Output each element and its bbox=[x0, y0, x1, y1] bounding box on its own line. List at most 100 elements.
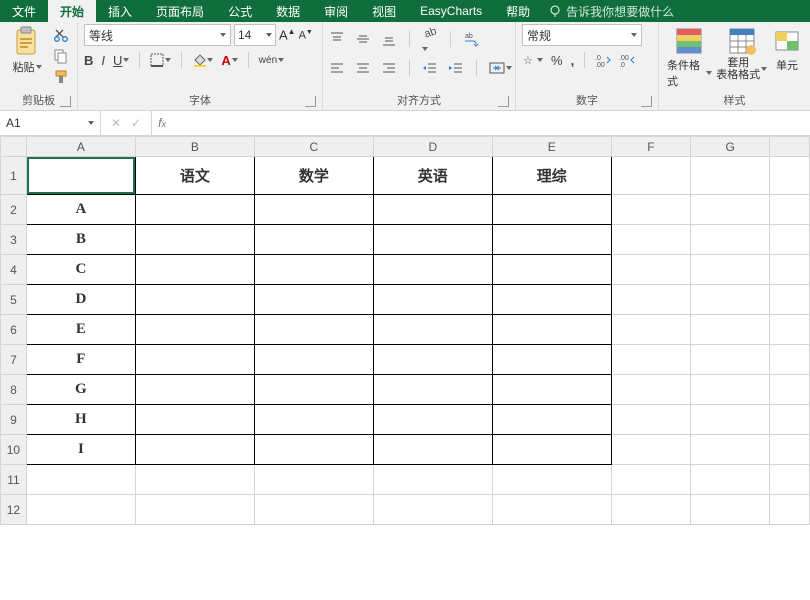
tab-insert[interactable]: 插入 bbox=[96, 0, 144, 22]
paste-button[interactable]: 粘贴 bbox=[6, 24, 48, 75]
border-button[interactable] bbox=[150, 53, 171, 67]
format-as-table-button[interactable]: 套用 表格格式 bbox=[718, 24, 767, 81]
cell-C3[interactable] bbox=[254, 225, 373, 255]
row-header-4[interactable]: 4 bbox=[1, 255, 27, 285]
cell-E2[interactable] bbox=[492, 195, 611, 225]
increase-font-button[interactable]: A▲ bbox=[279, 27, 296, 42]
cell-C5[interactable] bbox=[254, 285, 373, 315]
cell-F11[interactable] bbox=[611, 465, 690, 495]
cell-E1[interactable]: 理综 bbox=[492, 157, 611, 195]
cell-E3[interactable] bbox=[492, 225, 611, 255]
cell-B11[interactable] bbox=[135, 465, 254, 495]
cell-H10[interactable] bbox=[770, 435, 810, 465]
bold-button[interactable]: B bbox=[84, 53, 93, 68]
number-format-select[interactable]: 常规 bbox=[522, 24, 642, 46]
row-header-6[interactable]: 6 bbox=[1, 315, 27, 345]
fill-color-button[interactable] bbox=[192, 53, 213, 67]
row-header-12[interactable]: 12 bbox=[1, 495, 27, 525]
row-header-1[interactable]: 1 bbox=[1, 157, 27, 195]
cell-H4[interactable] bbox=[770, 255, 810, 285]
cell-D3[interactable] bbox=[373, 225, 492, 255]
underline-button[interactable]: U bbox=[113, 53, 129, 68]
align-center-button[interactable] bbox=[355, 60, 371, 76]
cell-A12[interactable] bbox=[26, 495, 135, 525]
cell-G4[interactable] bbox=[691, 255, 770, 285]
cell-G1[interactable] bbox=[691, 157, 770, 195]
accept-formula-button[interactable]: ✓ bbox=[131, 116, 141, 130]
conditional-format-button[interactable]: 条件格式 bbox=[665, 24, 714, 89]
cell-E6[interactable] bbox=[492, 315, 611, 345]
cell-F2[interactable] bbox=[611, 195, 690, 225]
clipboard-launcher[interactable] bbox=[60, 96, 71, 107]
cell-E10[interactable] bbox=[492, 435, 611, 465]
cell-G6[interactable] bbox=[691, 315, 770, 345]
percent-button[interactable]: % bbox=[551, 53, 563, 68]
cell-D6[interactable] bbox=[373, 315, 492, 345]
cell-B2[interactable] bbox=[135, 195, 254, 225]
cell-A1[interactable] bbox=[26, 157, 135, 195]
increase-decimal-button[interactable]: .0.00 bbox=[595, 53, 611, 67]
cell-B5[interactable] bbox=[135, 285, 254, 315]
tab-help[interactable]: 帮助 bbox=[494, 0, 542, 22]
cell-G9[interactable] bbox=[691, 405, 770, 435]
accounting-button[interactable]: ☆ bbox=[522, 53, 543, 67]
cell-G12[interactable] bbox=[691, 495, 770, 525]
formula-input[interactable] bbox=[172, 111, 810, 135]
cell-A11[interactable] bbox=[26, 465, 135, 495]
cell-G7[interactable] bbox=[691, 345, 770, 375]
cell-H2[interactable] bbox=[770, 195, 810, 225]
cell-H7[interactable] bbox=[770, 345, 810, 375]
cell-A6[interactable]: E bbox=[26, 315, 135, 345]
phonetic-button[interactable]: wén bbox=[259, 55, 284, 66]
tab-review[interactable]: 审阅 bbox=[312, 0, 360, 22]
cell-C1[interactable]: 数学 bbox=[254, 157, 373, 195]
align-middle-button[interactable] bbox=[355, 31, 371, 47]
select-all-corner[interactable] bbox=[1, 137, 27, 157]
align-right-button[interactable] bbox=[381, 60, 397, 76]
cell-H11[interactable] bbox=[770, 465, 810, 495]
row-header-10[interactable]: 10 bbox=[1, 435, 27, 465]
col-header-A[interactable]: A bbox=[26, 137, 135, 157]
align-launcher[interactable] bbox=[498, 96, 509, 107]
col-header-D[interactable]: D bbox=[373, 137, 492, 157]
cell-G8[interactable] bbox=[691, 375, 770, 405]
cell-F4[interactable] bbox=[611, 255, 690, 285]
cell-G5[interactable] bbox=[691, 285, 770, 315]
tab-formula[interactable]: 公式 bbox=[216, 0, 264, 22]
cell-B7[interactable] bbox=[135, 345, 254, 375]
cell-H12[interactable] bbox=[770, 495, 810, 525]
cell-D11[interactable] bbox=[373, 465, 492, 495]
cell-C6[interactable] bbox=[254, 315, 373, 345]
cell-F5[interactable] bbox=[611, 285, 690, 315]
cell-styles-button[interactable]: 单元 bbox=[770, 24, 804, 73]
cell-F8[interactable] bbox=[611, 375, 690, 405]
merge-button[interactable] bbox=[489, 60, 512, 76]
row-header-2[interactable]: 2 bbox=[1, 195, 27, 225]
cell-G11[interactable] bbox=[691, 465, 770, 495]
cell-E12[interactable] bbox=[492, 495, 611, 525]
cell-F6[interactable] bbox=[611, 315, 690, 345]
cell-E7[interactable] bbox=[492, 345, 611, 375]
cell-B6[interactable] bbox=[135, 315, 254, 345]
cell-D4[interactable] bbox=[373, 255, 492, 285]
cell-A9[interactable]: H bbox=[26, 405, 135, 435]
row-header-9[interactable]: 9 bbox=[1, 405, 27, 435]
orientation-button[interactable]: ab bbox=[422, 24, 438, 54]
cell-H1[interactable] bbox=[770, 157, 810, 195]
cell-H6[interactable] bbox=[770, 315, 810, 345]
cell-B3[interactable] bbox=[135, 225, 254, 255]
cell-G10[interactable] bbox=[691, 435, 770, 465]
cell-B8[interactable] bbox=[135, 375, 254, 405]
col-header-B[interactable]: B bbox=[135, 137, 254, 157]
format-painter-button[interactable] bbox=[52, 68, 70, 86]
row-header-8[interactable]: 8 bbox=[1, 375, 27, 405]
align-left-button[interactable] bbox=[329, 60, 345, 76]
cell-D7[interactable] bbox=[373, 345, 492, 375]
col-header-G[interactable]: G bbox=[691, 137, 770, 157]
cell-G3[interactable] bbox=[691, 225, 770, 255]
font-launcher[interactable] bbox=[305, 96, 316, 107]
cell-F3[interactable] bbox=[611, 225, 690, 255]
number-launcher[interactable] bbox=[641, 96, 652, 107]
italic-button[interactable]: I bbox=[101, 53, 105, 68]
col-header-F[interactable]: F bbox=[611, 137, 690, 157]
